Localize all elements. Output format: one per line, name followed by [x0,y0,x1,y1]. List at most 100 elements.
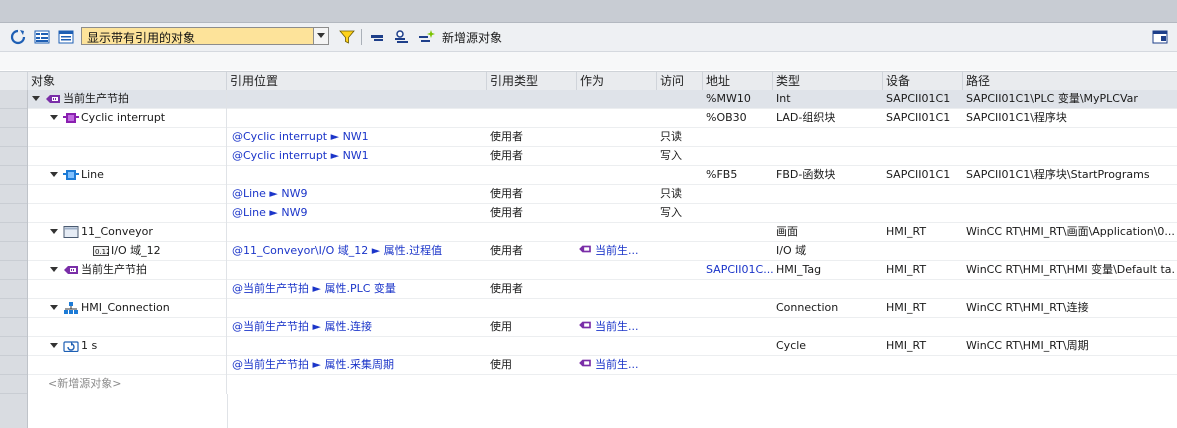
title-band [0,0,1177,23]
table-row[interactable]: @当前生产节拍 ► 属性.采集周期 使用 当前生... [28,356,1177,375]
object-name[interactable]: HMI_Connection [81,299,170,317]
expand-arrow-icon[interactable] [50,172,58,177]
referenced-as: 当前生... [578,242,656,261]
table-row[interactable]: 11_Conveyor 画面 HMI_RT WinCC RT\HMI_RT\画面\Ap… [28,223,1177,242]
row-gutter-cell[interactable] [0,128,27,147]
table-row[interactable]: Line %FB5 FBD-函数块 SAPCII01C1 SAPCII01C1\程序块\… [28,166,1177,185]
reference-location[interactable]: @Cyclic interrupt ► NW1 [232,147,488,166]
add-source-object-label[interactable]: 新增源对象 [442,29,502,46]
reference-location[interactable]: @Line ► NW9 [232,204,488,223]
table-row[interactable]: 0.12 I/O 域_12 @11_Conveyor\I/O 域_12 ► 属性.过… [28,242,1177,261]
object-type: Cycle [776,339,807,352]
filter-icon[interactable] [338,28,356,46]
expand-arrow-icon[interactable] [50,115,58,120]
collapse-all-icon[interactable] [57,28,75,46]
column-header-object[interactable]: 对象 [28,72,227,91]
table-row[interactable]: 当前生产节拍 SAPCII01C... HMI_Tag HMI_RT WinCC RT\… [28,261,1177,280]
table-row[interactable]: @当前生产节拍 ► 属性.PLC 变量 使用者 [28,280,1177,299]
add-new-object-label[interactable]: <新增源对象> [48,375,121,393]
refresh-icon[interactable] [9,28,27,46]
object-name[interactable]: Line [81,166,104,184]
panel-layout-icon[interactable] [1151,28,1169,46]
column-header-ref-type[interactable]: 引用类型 [487,72,577,91]
object-name[interactable]: 1 s [81,337,97,355]
dropdown-arrow-icon[interactable] [313,28,328,44]
table-row[interactable]: @Cyclic interrupt ► NW1 使用者 写入 [28,147,1177,166]
row-gutter-cell[interactable] [0,185,27,204]
object-name[interactable]: I/O 域_12 [111,242,161,260]
expand-arrow-icon[interactable] [50,343,58,348]
reference-location[interactable]: @11_Conveyor\I/O 域_12 ► 属性.过程值 [232,242,488,261]
add-source-object-icon[interactable] [418,28,436,46]
device: SAPCII01C1 [886,168,951,181]
row-gutter-cell[interactable] [0,147,27,166]
add-new-object-row[interactable]: <新增源对象> [28,375,1177,394]
object-cell: HMI_Connection [28,299,227,318]
object-cell: 当前生产节拍 [28,90,227,109]
object-name[interactable]: 11_Conveyor [81,223,153,241]
row-gutter-cell[interactable] [0,242,27,261]
object-type: I/O 域 [776,244,807,257]
row-gutter-cell[interactable] [0,166,27,185]
hmi-tag-icon [63,264,78,276]
table-row[interactable]: @Line ► NW9 使用者 写入 [28,204,1177,223]
filter-dropdown[interactable]: 显示带有引用的对象 [81,27,329,45]
column-header-access[interactable]: 访问 [657,72,703,91]
reference-location[interactable]: @当前生产节拍 ► 属性.采集周期 [232,356,488,375]
expand-arrow-icon[interactable] [32,96,40,101]
object-name[interactable]: Cyclic interrupt [81,109,165,127]
reference-type: 使用者 [490,149,523,162]
row-gutter-cell[interactable] [0,356,27,375]
reference-location[interactable]: @Line ► NW9 [232,185,488,204]
row-gutter-cell[interactable] [0,204,27,223]
object-type: Int [776,92,791,105]
row-gutter-cell[interactable] [0,109,27,128]
object-name[interactable]: 当前生产节拍 [63,90,129,108]
referenced-as-text[interactable]: 当前生... [595,320,639,333]
row-gutter-cell[interactable] [0,375,27,394]
referenced-as-text[interactable]: 当前生... [595,358,639,371]
device: SAPCII01C1 [886,111,951,124]
row-gutter-cell[interactable] [0,90,27,109]
row-gutter-cell[interactable] [0,223,27,242]
reference-location[interactable]: @当前生产节拍 ► 属性.连接 [232,318,488,337]
row-gutter-cell[interactable] [0,318,27,337]
table-row[interactable]: 1 s Cycle HMI_RT WinCC RT\HMI_RT\周期 [28,337,1177,356]
referenced-as-text[interactable]: 当前生... [595,244,639,257]
show-user-icon[interactable] [392,28,410,46]
table-row[interactable]: Cyclic interrupt %OB30 LAD-组织块 SAPCII01C1 SA… [28,109,1177,128]
row-gutter-cell[interactable] [0,261,27,280]
row-gutter-cell[interactable] [0,280,27,299]
device: HMI_RT [886,225,927,238]
column-header-path[interactable]: 路径 [963,72,1177,91]
table-row[interactable]: @Line ► NW9 使用者 只读 [28,185,1177,204]
expand-arrow-icon[interactable] [50,305,58,310]
object-name[interactable]: 当前生产节拍 [81,261,147,279]
table-row[interactable]: 当前生产节拍 %MW10 Int SAPCII01C1 SAPCII01C1\PLC 变… [28,90,1177,109]
reference-location[interactable]: @Cyclic interrupt ► NW1 [232,128,488,147]
column-header-address[interactable]: 地址 [703,72,773,91]
table-row[interactable]: @当前生产节拍 ► 属性.连接 使用 当前生... [28,318,1177,337]
column-header-as[interactable]: 作为 [577,72,657,91]
table-row[interactable]: @Cyclic interrupt ► NW1 使用者 只读 [28,128,1177,147]
filter-value: 显示带有引用的对象 [87,31,196,45]
column-header-location[interactable]: 引用位置 [227,72,487,91]
row-gutter-cell[interactable] [0,299,27,318]
ob-block-icon [63,112,79,124]
table-row[interactable]: HMI_Connection Connection HMI_RT WinCC RT\H… [28,299,1177,318]
expand-arrow-icon[interactable] [50,267,58,272]
access: 写入 [660,206,682,219]
object-cell: Line [28,166,227,185]
minus-row-icon[interactable] [368,28,386,46]
access: 只读 [660,130,682,143]
referenced-as: 当前生... [578,318,656,337]
expand-all-icon[interactable] [33,28,51,46]
row-gutter-cell[interactable] [0,337,27,356]
plc-tag-icon [45,93,60,105]
device: HMI_RT [886,301,927,314]
column-header-device[interactable]: 设备 [883,72,963,91]
path: SAPCII01C1\程序块 [966,111,1067,124]
column-header-type[interactable]: 类型 [773,72,883,91]
expand-arrow-icon[interactable] [50,229,58,234]
reference-location[interactable]: @当前生产节拍 ► 属性.PLC 变量 [232,280,488,299]
